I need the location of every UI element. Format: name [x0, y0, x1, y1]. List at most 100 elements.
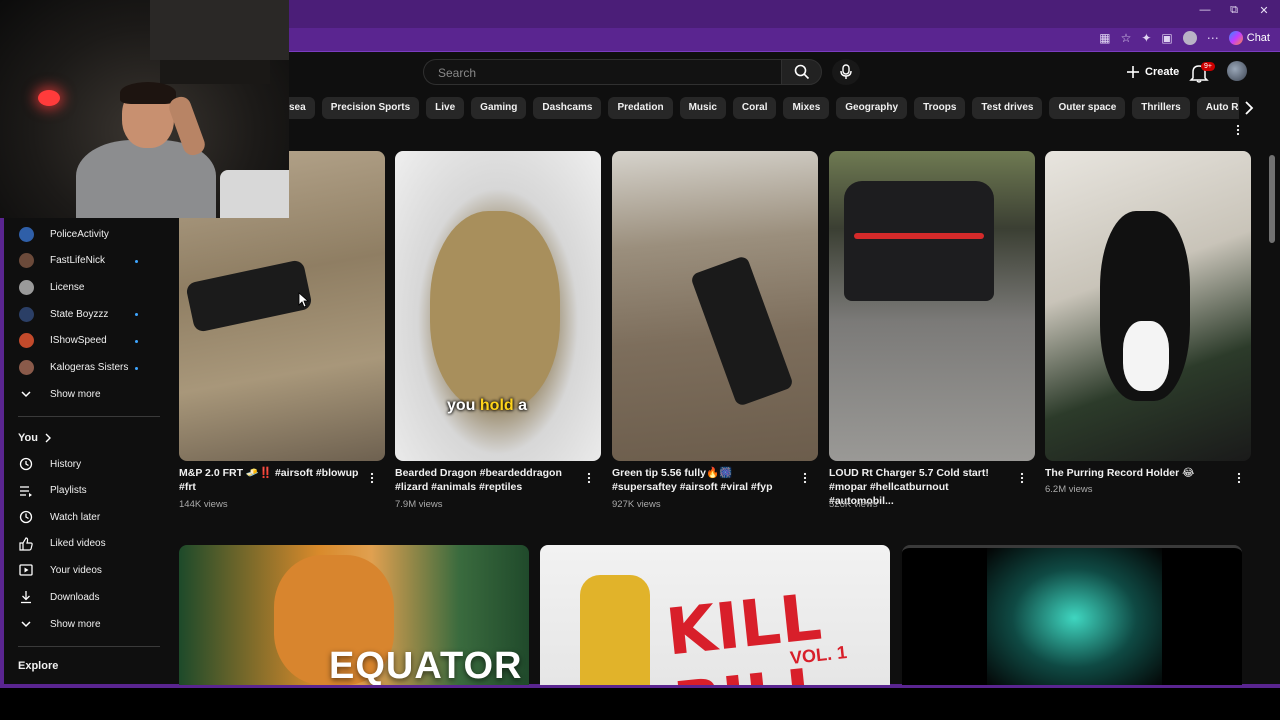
- collections-icon[interactable]: ▣: [1161, 31, 1172, 45]
- browser-profile-avatar[interactable]: [1182, 31, 1197, 45]
- chip-thrillers[interactable]: Thrillers: [1132, 97, 1190, 119]
- sidebar-show-more-you[interactable]: Show more: [18, 611, 168, 637]
- search-input[interactable]: Search: [423, 59, 781, 85]
- scrollbar-thumb[interactable]: [1269, 155, 1275, 243]
- sidebar-subscription-item[interactable]: IShowSpeed: [18, 328, 168, 354]
- show-more-label: Show more: [50, 618, 101, 630]
- chip-sea[interactable]: sea: [289, 97, 315, 119]
- new-content-dot: [135, 259, 138, 263]
- split-screen-icon[interactable]: ▦: [1099, 31, 1110, 45]
- channel-avatar: [18, 226, 34, 242]
- video-thumbnail[interactable]: [902, 545, 1242, 685]
- sidebar: PoliceActivity FastLifeNick License State B…: [4, 220, 170, 684]
- channel-avatar: [18, 253, 34, 269]
- chip-live[interactable]: Live: [426, 97, 465, 119]
- chip-outer-space[interactable]: Outer space: [1049, 97, 1126, 119]
- more-vert-icon[interactable]: [1236, 472, 1242, 484]
- more-vert-icon[interactable]: [1019, 472, 1025, 484]
- sidebar-item-label: Watch later: [50, 511, 101, 523]
- sidebar-subscription-item[interactable]: PoliceActivity: [18, 221, 168, 247]
- chip-predation[interactable]: Predation: [608, 97, 673, 119]
- more-vert-icon[interactable]: [586, 472, 592, 484]
- sidebar-divider: [18, 416, 160, 417]
- video-thumbnail[interactable]: KILL BILL VOL. 1: [540, 545, 890, 685]
- short-title[interactable]: Bearded Dragon #beardeddragon #lizard #a…: [395, 466, 577, 494]
- channel-avatar: [18, 306, 34, 322]
- short-title[interactable]: Green tip 5.56 fully🔥🎆 #supersaftey #air…: [612, 466, 794, 494]
- more-vert-icon[interactable]: [1235, 124, 1241, 136]
- your-videos-icon: [18, 562, 34, 578]
- category-chips: sea Precision Sports Live Gaming Dashcams Pre…: [289, 97, 1239, 121]
- more-vert-icon[interactable]: [369, 472, 375, 484]
- chevron-right-icon[interactable]: [1240, 99, 1258, 117]
- chip-music[interactable]: Music: [679, 97, 726, 119]
- microphone-icon: [840, 64, 852, 79]
- notification-badge: 9+: [1201, 62, 1215, 71]
- short-views: 927K views: [612, 499, 661, 510]
- sidebar-item-label: History: [50, 458, 82, 470]
- sidebar-item-label: Playlists: [50, 485, 87, 497]
- avatar[interactable]: [1227, 61, 1247, 81]
- short-thumbnail-cat[interactable]: [1045, 151, 1251, 461]
- chip-mixes[interactable]: Mixes: [783, 97, 830, 119]
- sidebar-item-label: Your videos: [50, 564, 102, 576]
- minimize-icon[interactable]: —: [1190, 4, 1220, 16]
- sidebar-item-liked-videos[interactable]: Liked videos: [18, 531, 168, 557]
- short-caption: you hold a: [447, 397, 527, 414]
- short-views: 144K views: [179, 499, 228, 510]
- favorites-icon[interactable]: ✦: [1141, 31, 1151, 45]
- sidebar-subscription-item[interactable]: Kalogeras Sisters: [18, 355, 168, 381]
- copilot-icon: [1228, 31, 1243, 45]
- chip-troops[interactable]: Troops: [914, 97, 966, 119]
- short-thumbnail-charger[interactable]: [829, 151, 1035, 461]
- sidebar-subscription-item[interactable]: FastLifeNick: [18, 248, 168, 274]
- create-button[interactable]: Create: [1118, 60, 1187, 84]
- sidebar-section-explore: Explore: [18, 660, 58, 672]
- chevron-right-icon: [45, 433, 51, 443]
- short-title[interactable]: The Purring Record Holder 😂: [1045, 466, 1227, 480]
- short-thumbnail-bearded-dragon[interactable]: you hold a: [395, 151, 601, 461]
- sidebar-item-playlists[interactable]: Playlists: [18, 478, 168, 504]
- sidebar-item-downloads[interactable]: Downloads: [18, 584, 168, 610]
- sidebar-item-your-videos[interactable]: Your videos: [18, 557, 168, 583]
- sidebar-item-label: Downloads: [50, 591, 100, 603]
- favorite-star-icon[interactable]: ☆: [1121, 31, 1132, 45]
- watch-later-icon: [18, 509, 34, 525]
- short-views: 7.9M views: [395, 499, 443, 510]
- sidebar-item-history[interactable]: History: [18, 451, 168, 477]
- more-vert-icon[interactable]: [802, 472, 808, 484]
- channel-name: FastLifeNick: [50, 255, 106, 267]
- chat-label: Chat: [1246, 32, 1270, 44]
- chip-dashcams[interactable]: Dashcams: [533, 97, 602, 119]
- liked-icon: [18, 536, 34, 552]
- sidebar-show-more-subscriptions[interactable]: Show more: [18, 381, 168, 407]
- search-button[interactable]: [781, 59, 822, 85]
- mouse-cursor-icon: [298, 292, 310, 308]
- chip-precision-sports[interactable]: Precision Sports: [321, 97, 420, 119]
- chip-test-drives[interactable]: Test drives: [972, 97, 1043, 119]
- sidebar-subscription-item[interactable]: License: [18, 274, 168, 300]
- desktop-background: [0, 688, 1280, 720]
- thumbnail-text: EQUATOR: [329, 645, 523, 685]
- close-icon[interactable]: ✕: [1249, 4, 1279, 17]
- chat-button[interactable]: Chat: [1228, 31, 1270, 45]
- restore-icon[interactable]: ⧉: [1219, 4, 1249, 17]
- video-thumbnail[interactable]: EQUATOR: [179, 545, 529, 685]
- short-thumbnail-green-tip[interactable]: [612, 151, 818, 461]
- channel-avatar: [18, 360, 34, 375]
- voice-search-button[interactable]: [832, 59, 860, 85]
- chip-geography[interactable]: Geography: [836, 97, 908, 119]
- more-icon[interactable]: ⋯: [1207, 31, 1219, 45]
- chevron-down-icon: [18, 616, 34, 632]
- chip-auto-racing[interactable]: Auto Racing: [1196, 97, 1239, 119]
- sidebar-item-label: Liked videos: [50, 538, 106, 550]
- channel-name: PoliceActivity: [50, 228, 109, 240]
- chip-coral[interactable]: Coral: [732, 97, 777, 119]
- sidebar-item-watch-later[interactable]: Watch later: [18, 504, 168, 530]
- channel-avatar: [18, 279, 34, 295]
- chip-gaming[interactable]: Gaming: [471, 97, 527, 119]
- sidebar-subscription-item[interactable]: State Boyzzz: [18, 301, 168, 327]
- new-content-dot: [135, 339, 138, 343]
- sidebar-section-you[interactable]: You: [18, 432, 52, 444]
- short-title[interactable]: M&P 2.0 FRT 🧈‼️ #airsoft #blowup #frt: [179, 466, 361, 494]
